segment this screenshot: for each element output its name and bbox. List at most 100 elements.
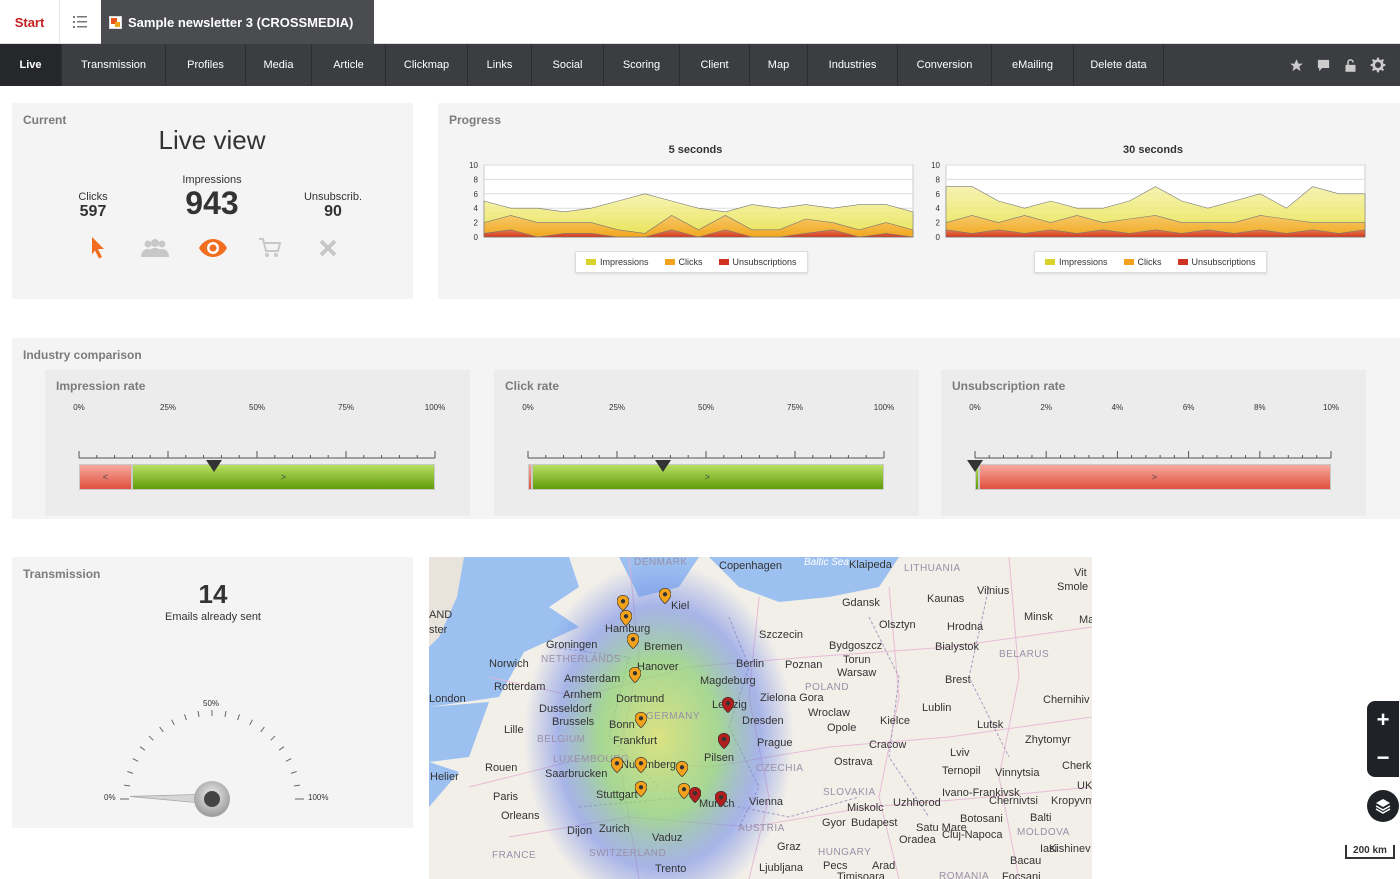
legend-label: Unsubscriptions (732, 257, 797, 267)
start-button[interactable]: Start (0, 0, 60, 44)
y-tick-label: 10 (931, 161, 940, 170)
star-icon[interactable] (1289, 58, 1304, 73)
newsletter-icon (109, 15, 122, 29)
nav-tab-scoring[interactable]: Scoring (604, 44, 680, 86)
nav-tab-live[interactable]: Live (0, 44, 62, 86)
legend-item-unsubscriptions[interactable]: Unsubscriptions (1177, 257, 1256, 267)
map-label-rotterdam: Rotterdam (494, 681, 546, 693)
map-pin-icon[interactable] (722, 697, 734, 713)
map-view[interactable]: DENMARK Copenhagen Baltic Sea Klaipeda LITHU… (429, 557, 1092, 879)
impressions-stat: Impressions 943 (167, 174, 257, 220)
map-pin-icon[interactable] (635, 781, 647, 797)
map-label-vaduz: Vaduz (652, 832, 683, 844)
gauge-tick-label: 25% (608, 403, 626, 412)
map-label-graz: Graz (777, 841, 801, 853)
nav-tab-links[interactable]: Links (468, 44, 532, 86)
map-label-ster: ster (429, 624, 448, 636)
list-icon[interactable] (60, 0, 100, 44)
nav-tab-industries[interactable]: Industries (808, 44, 898, 86)
zoom-in-button[interactable]: + (1377, 709, 1390, 731)
current-panel: Current Live view Clicks 597 Impressions… (12, 103, 413, 299)
map-pin-icon[interactable] (620, 610, 632, 626)
unsubscribe-value: 90 (324, 203, 342, 220)
gauge-tick (148, 735, 154, 741)
map-label-torun: Torun (843, 654, 871, 666)
legend-item-impressions[interactable]: Impressions (1045, 257, 1108, 267)
eye-icon[interactable] (198, 237, 228, 259)
y-tick-label: 10 (469, 161, 478, 170)
map-zoom-control: + − (1367, 701, 1399, 777)
chart-5s-legend: Impressions Clicks Unsubscriptions (575, 251, 808, 273)
map-pin-icon[interactable] (659, 588, 671, 604)
map-pin-icon[interactable] (627, 633, 639, 649)
map-pin-icon[interactable] (629, 667, 641, 683)
legend-label: Impressions (600, 257, 649, 267)
gauge-value-marker (206, 460, 223, 472)
zoom-out-button[interactable]: − (1377, 747, 1390, 769)
map-pin-icon[interactable] (676, 761, 688, 777)
speech-bubble-icon[interactable] (1316, 58, 1331, 73)
nav-tab-article[interactable]: Article (312, 44, 386, 86)
map-label-stuttgart: Stuttgart (596, 789, 638, 801)
legend-item-impressions[interactable]: Impressions (586, 257, 649, 267)
users-icon[interactable] (140, 238, 170, 258)
map-label-bydgoszcz: Bydgoszcz (829, 640, 883, 652)
map-label-arnhem: Arnhem (563, 689, 602, 701)
map-label-germany: GERMANY (646, 711, 701, 722)
map-label-france: FRANCE (492, 850, 537, 861)
cart-icon[interactable] (258, 237, 282, 259)
unsubscribe-label: Unsubscrib. (303, 191, 363, 203)
clicks-stat: Clicks 597 (48, 191, 138, 221)
legend-item-clicks[interactable]: Clicks (664, 257, 703, 267)
nav-tab-client[interactable]: Client (680, 44, 750, 86)
gauge-value-marker (967, 460, 983, 472)
map-label-czechia: CZECHIA (756, 763, 804, 774)
map-pin-icon[interactable] (611, 757, 623, 773)
map-label-groningen: Groningen (546, 639, 598, 651)
nav-tab-transmission[interactable]: Transmission (62, 44, 166, 86)
map-pin-icon[interactable] (617, 595, 629, 611)
gauge-value-marker (655, 460, 672, 472)
nav-tab-emailing[interactable]: eMailing (992, 44, 1074, 86)
nav-tab-social[interactable]: Social (532, 44, 604, 86)
nav-tab-conversion[interactable]: Conversion (898, 44, 992, 86)
nav-tab-delete-data[interactable]: Delete data (1074, 44, 1164, 86)
map-label-cluj-napoca: Cluj-Napoca (942, 829, 1003, 841)
gauge-tick-label: 50% (697, 403, 715, 412)
nav-tab-map[interactable]: Map (750, 44, 808, 86)
document-tab[interactable]: Sample newsletter 3 (CROSSMEDIA) (101, 0, 374, 44)
close-icon[interactable] (318, 238, 338, 258)
progress-panel-title: Progress (449, 113, 502, 127)
map-label-cracow: Cracow (869, 739, 907, 751)
map-layers-button[interactable] (1367, 790, 1399, 822)
map-label-magdeburg: Magdeburg (700, 675, 756, 687)
map-label-uk: UK (1077, 780, 1092, 792)
gauge-title: Impression rate (56, 379, 146, 393)
y-tick-label: 4 (474, 204, 479, 213)
map-pin-icon[interactable] (715, 791, 727, 807)
unlock-icon[interactable] (1343, 58, 1358, 73)
gear-icon[interactable] (1370, 57, 1386, 73)
map-pin-icon[interactable] (635, 757, 647, 773)
gauge-tick-label: 100% (873, 403, 895, 412)
map-label-kishinev: Kishinev (1049, 843, 1091, 855)
cursor-icon[interactable] (90, 236, 106, 260)
chart-30s: 0 2 4 6 8 10 (931, 161, 1366, 242)
gauge-tick-label: 50% (248, 403, 266, 412)
gauge-tick-label: 4% (1111, 403, 1124, 412)
map-label-miskolc: Miskolc (847, 802, 884, 814)
map-label-brest: Brest (945, 674, 971, 686)
nav-tab-clickmap[interactable]: Clickmap (386, 44, 468, 86)
map-label-hrodna: Hrodna (947, 621, 984, 633)
map-pin-icon[interactable] (689, 787, 701, 803)
map-label-dresden: Dresden (742, 715, 784, 727)
legend-item-clicks[interactable]: Clicks (1123, 257, 1162, 267)
map-pin-icon[interactable] (718, 733, 730, 749)
legend-label: Unsubscriptions (1191, 257, 1256, 267)
map-label-berlin: Berlin (736, 658, 765, 670)
map-pin-icon[interactable] (635, 712, 647, 728)
legend-item-unsubscriptions[interactable]: Unsubscriptions (718, 257, 797, 267)
nav-tab-profiles[interactable]: Profiles (166, 44, 246, 86)
nav-tab-media[interactable]: Media (246, 44, 312, 86)
gauge-click-rate: Click rate 0% 25% 50% 75% 100% > (494, 370, 919, 516)
